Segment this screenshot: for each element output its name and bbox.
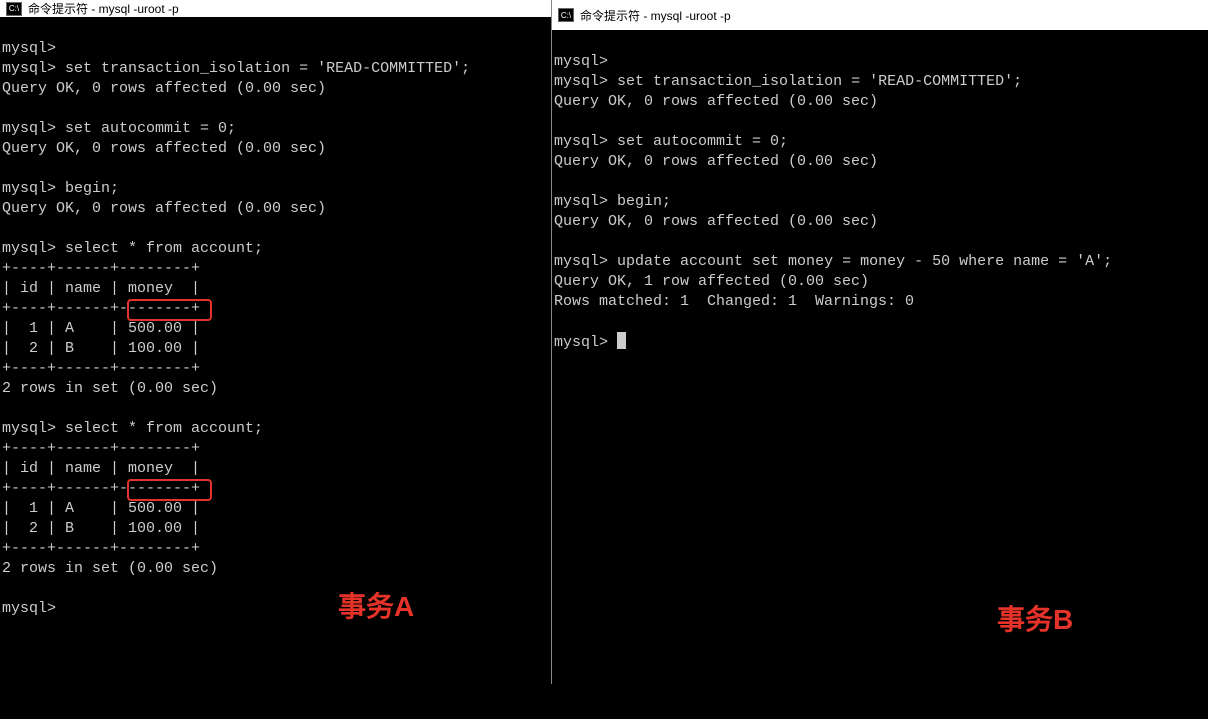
label-transaction-b: 事务B [997, 610, 1073, 630]
title-text-left: 命令提示符 - mysql -uroot -p [28, 0, 179, 17]
response-ok: Query OK, 0 rows affected (0.00 sec) [554, 213, 878, 230]
cmd-autocommit: set autocommit = 0; [617, 133, 788, 150]
terminal-content-left[interactable]: mysql> mysql> set transaction_isolation … [0, 17, 551, 719]
cursor-icon [617, 332, 626, 349]
cmd-autocommit: set autocommit = 0; [65, 120, 236, 137]
cmd-icon: C:\ [558, 8, 574, 22]
prompt: mysql> [2, 60, 56, 77]
prompt: mysql> [2, 420, 56, 437]
prompt: mysql> [2, 600, 56, 617]
table-row: | 1 | A | 500.00 | [2, 320, 200, 337]
response-ok: Query OK, 0 rows affected (0.00 sec) [2, 200, 326, 217]
prompt: mysql> [554, 253, 608, 270]
response-update: Query OK, 1 row affected (0.00 sec) [554, 273, 869, 290]
response-ok: Query OK, 0 rows affected (0.00 sec) [2, 80, 326, 97]
table-row: | 2 | B | 100.00 | [2, 520, 200, 537]
response-ok: Query OK, 0 rows affected (0.00 sec) [554, 153, 878, 170]
table-row: | 1 | A | 500.00 | [2, 500, 200, 517]
response-matched: Rows matched: 1 Changed: 1 Warnings: 0 [554, 293, 914, 310]
table-border: +----+------+--------+ [2, 440, 200, 457]
title-bar-right[interactable]: C:\ 命令提示符 - mysql -uroot -p [552, 0, 1208, 30]
table-header: | id | name | money | [2, 460, 200, 477]
prompt: mysql> [554, 193, 608, 210]
prompt: mysql> [554, 53, 608, 70]
response-ok: Query OK, 0 rows affected (0.00 sec) [2, 140, 326, 157]
prompt: mysql> [554, 73, 608, 90]
table-border: +----+------+--------+ [2, 480, 200, 497]
prompt: mysql> [2, 240, 56, 257]
rows-result: 2 rows in set (0.00 sec) [2, 560, 218, 577]
table-border: +----+------+--------+ [2, 260, 200, 277]
prompt: mysql> [2, 40, 56, 57]
table-header: | id | name | money | [2, 280, 200, 297]
prompt: mysql> [2, 120, 56, 137]
title-bar-left[interactable]: C:\ 命令提示符 - mysql -uroot -p [0, 0, 551, 17]
table-row: | 2 | B | 100.00 | [2, 340, 200, 357]
terminal-b: C:\ 命令提示符 - mysql -uroot -p mysql> mysql… [552, 0, 1208, 684]
cmd-begin: begin; [65, 180, 119, 197]
terminal-a: C:\ 命令提示符 - mysql -uroot -p mysql> mysql… [0, 0, 552, 684]
label-transaction-a: 事务A [338, 597, 414, 617]
prompt: mysql> [554, 334, 608, 351]
terminal-content-right[interactable]: mysql> mysql> set transaction_isolation … [552, 30, 1208, 684]
response-ok: Query OK, 0 rows affected (0.00 sec) [554, 93, 878, 110]
table-border: +----+------+--------+ [2, 300, 200, 317]
title-text-right: 命令提示符 - mysql -uroot -p [580, 7, 731, 24]
cmd-isolation: set transaction_isolation = 'READ-COMMIT… [65, 60, 470, 77]
table-border: +----+------+--------+ [2, 360, 200, 377]
cmd-begin: begin; [617, 193, 671, 210]
cmd-update: update account set money = money - 50 wh… [617, 253, 1112, 270]
prompt: mysql> [2, 180, 56, 197]
cmd-isolation: set transaction_isolation = 'READ-COMMIT… [617, 73, 1022, 90]
cmd-icon: C:\ [6, 2, 22, 16]
table-border: +----+------+--------+ [2, 540, 200, 557]
cmd-select: select * from account; [65, 420, 263, 437]
cmd-select: select * from account; [65, 240, 263, 257]
rows-result: 2 rows in set (0.00 sec) [2, 380, 218, 397]
prompt: mysql> [554, 133, 608, 150]
